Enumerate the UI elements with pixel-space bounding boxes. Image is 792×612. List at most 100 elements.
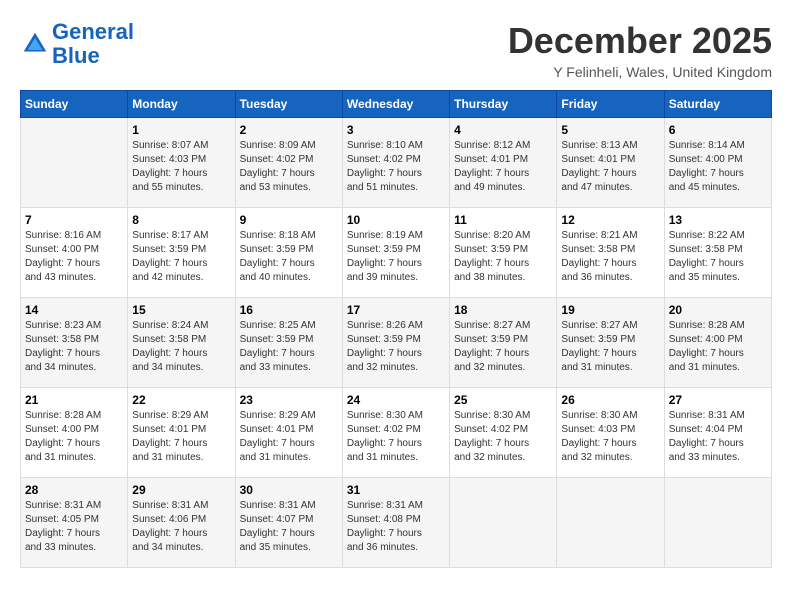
day-number: 22: [132, 393, 230, 407]
day-number: 29: [132, 483, 230, 497]
day-number: 30: [240, 483, 338, 497]
day-info: Sunrise: 8:19 AM Sunset: 3:59 PM Dayligh…: [347, 229, 445, 285]
day-info: Sunrise: 8:21 AM Sunset: 3:58 PM Dayligh…: [561, 229, 659, 285]
month-title: December 2025: [508, 20, 772, 62]
day-number: 4: [454, 123, 552, 137]
day-number: 8: [132, 213, 230, 227]
day-info: Sunrise: 8:31 AM Sunset: 4:07 PM Dayligh…: [240, 499, 338, 555]
day-info: Sunrise: 8:28 AM Sunset: 4:00 PM Dayligh…: [669, 319, 767, 375]
day-info: Sunrise: 8:27 AM Sunset: 3:59 PM Dayligh…: [561, 319, 659, 375]
day-number: 16: [240, 303, 338, 317]
logo-line1: General: [52, 19, 134, 44]
day-info: Sunrise: 8:20 AM Sunset: 3:59 PM Dayligh…: [454, 229, 552, 285]
calendar-cell: [557, 478, 664, 568]
header-monday: Monday: [128, 91, 235, 118]
day-info: Sunrise: 8:31 AM Sunset: 4:06 PM Dayligh…: [132, 499, 230, 555]
calendar-cell: 3 Sunrise: 8:10 AM Sunset: 4:02 PM Daylig…: [342, 118, 449, 208]
day-info: Sunrise: 8:16 AM Sunset: 4:00 PM Dayligh…: [25, 229, 123, 285]
day-number: 6: [669, 123, 767, 137]
day-number: 24: [347, 393, 445, 407]
calendar-cell: 25 Sunrise: 8:30 AM Sunset: 4:02 PM Dayli…: [450, 388, 557, 478]
calendar-cell: 13 Sunrise: 8:22 AM Sunset: 3:58 PM Dayli…: [664, 208, 771, 298]
calendar-cell: 6 Sunrise: 8:14 AM Sunset: 4:00 PM Daylig…: [664, 118, 771, 208]
calendar-cell: 5Sunrise: 8:13 AM Sunset: 4:01 PM Daylig…: [557, 118, 664, 208]
calendar-header-row: SundayMondayTuesdayWednesdayThursdayFrid…: [21, 91, 772, 118]
day-info: Sunrise: 8:10 AM Sunset: 4:02 PM Dayligh…: [347, 139, 445, 195]
day-info: Sunrise: 8:14 AM Sunset: 4:00 PM Dayligh…: [669, 139, 767, 195]
calendar-cell: 22 Sunrise: 8:29 AM Sunset: 4:01 PM Dayli…: [128, 388, 235, 478]
day-number: 2: [240, 123, 338, 137]
logo: General Blue: [20, 20, 134, 68]
calendar-cell: 4 Sunrise: 8:12 AM Sunset: 4:01 PM Daylig…: [450, 118, 557, 208]
day-info: Sunrise: 8:30 AM Sunset: 4:02 PM Dayligh…: [347, 409, 445, 465]
calendar-cell: 15 Sunrise: 8:24 AM Sunset: 3:58 PM Dayli…: [128, 298, 235, 388]
day-info: Sunrise: 8:13 AM Sunset: 4:01 PM Dayligh…: [561, 139, 659, 195]
header-thursday: Thursday: [450, 91, 557, 118]
header-sunday: Sunday: [21, 91, 128, 118]
logo-text: General Blue: [52, 20, 134, 68]
day-number: 17: [347, 303, 445, 317]
day-info: Sunrise: 8:28 AM Sunset: 4:00 PM Dayligh…: [25, 409, 123, 465]
day-number: 25: [454, 393, 552, 407]
day-number: 18: [454, 303, 552, 317]
calendar-week-row: 1 Sunrise: 8:07 AM Sunset: 4:03 PM Daylig…: [21, 118, 772, 208]
calendar-cell: 11Sunrise: 8:20 AM Sunset: 3:59 PM Dayli…: [450, 208, 557, 298]
day-info: Sunrise: 8:12 AM Sunset: 4:01 PM Dayligh…: [454, 139, 552, 195]
calendar-cell: 18 Sunrise: 8:27 AM Sunset: 3:59 PM Dayli…: [450, 298, 557, 388]
day-number: 13: [669, 213, 767, 227]
day-number: 15: [132, 303, 230, 317]
day-number: 19: [561, 303, 659, 317]
day-number: 12: [561, 213, 659, 227]
day-info: Sunrise: 8:27 AM Sunset: 3:59 PM Dayligh…: [454, 319, 552, 375]
day-info: Sunrise: 8:24 AM Sunset: 3:58 PM Dayligh…: [132, 319, 230, 375]
day-info: Sunrise: 8:23 AM Sunset: 3:58 PM Dayligh…: [25, 319, 123, 375]
day-number: 1: [132, 123, 230, 137]
calendar-cell: 28Sunrise: 8:31 AM Sunset: 4:05 PM Dayli…: [21, 478, 128, 568]
header-tuesday: Tuesday: [235, 91, 342, 118]
calendar-week-row: 7 Sunrise: 8:16 AM Sunset: 4:00 PM Daylig…: [21, 208, 772, 298]
day-number: 7: [25, 213, 123, 227]
calendar-table: SundayMondayTuesdayWednesdayThursdayFrid…: [20, 90, 772, 568]
header-saturday: Saturday: [664, 91, 771, 118]
calendar-cell: 10Sunrise: 8:19 AM Sunset: 3:59 PM Dayli…: [342, 208, 449, 298]
calendar-cell: 14 Sunrise: 8:23 AM Sunset: 3:58 PM Dayli…: [21, 298, 128, 388]
calendar-cell: 16Sunrise: 8:25 AM Sunset: 3:59 PM Dayli…: [235, 298, 342, 388]
calendar-week-row: 14 Sunrise: 8:23 AM Sunset: 3:58 PM Dayli…: [21, 298, 772, 388]
location-subtitle: Y Felinheli, Wales, United Kingdom: [508, 64, 772, 80]
page-header: General Blue December 2025 Y Felinheli, …: [20, 20, 772, 80]
day-info: Sunrise: 8:29 AM Sunset: 4:01 PM Dayligh…: [240, 409, 338, 465]
day-number: 14: [25, 303, 123, 317]
day-number: 3: [347, 123, 445, 137]
calendar-cell: 9 Sunrise: 8:18 AM Sunset: 3:59 PM Daylig…: [235, 208, 342, 298]
calendar-cell: 27 Sunrise: 8:31 AM Sunset: 4:04 PM Dayli…: [664, 388, 771, 478]
calendar-cell: [450, 478, 557, 568]
calendar-cell: 20 Sunrise: 8:28 AM Sunset: 4:00 PM Dayli…: [664, 298, 771, 388]
header-wednesday: Wednesday: [342, 91, 449, 118]
day-info: Sunrise: 8:30 AM Sunset: 4:03 PM Dayligh…: [561, 409, 659, 465]
day-info: Sunrise: 8:30 AM Sunset: 4:02 PM Dayligh…: [454, 409, 552, 465]
day-number: 28: [25, 483, 123, 497]
day-info: Sunrise: 8:22 AM Sunset: 3:58 PM Dayligh…: [669, 229, 767, 285]
calendar-cell: 21Sunrise: 8:28 AM Sunset: 4:00 PM Dayli…: [21, 388, 128, 478]
day-number: 26: [561, 393, 659, 407]
day-info: Sunrise: 8:31 AM Sunset: 4:04 PM Dayligh…: [669, 409, 767, 465]
day-info: Sunrise: 8:18 AM Sunset: 3:59 PM Dayligh…: [240, 229, 338, 285]
calendar-cell: 2Sunrise: 8:09 AM Sunset: 4:02 PM Daylig…: [235, 118, 342, 208]
calendar-cell: 17 Sunrise: 8:26 AM Sunset: 3:59 PM Dayli…: [342, 298, 449, 388]
calendar-cell: 29 Sunrise: 8:31 AM Sunset: 4:06 PM Dayli…: [128, 478, 235, 568]
day-number: 31: [347, 483, 445, 497]
day-info: Sunrise: 8:17 AM Sunset: 3:59 PM Dayligh…: [132, 229, 230, 285]
calendar-cell: 12 Sunrise: 8:21 AM Sunset: 3:58 PM Dayli…: [557, 208, 664, 298]
header-friday: Friday: [557, 91, 664, 118]
calendar-cell: 31Sunrise: 8:31 AM Sunset: 4:08 PM Dayli…: [342, 478, 449, 568]
day-number: 27: [669, 393, 767, 407]
day-number: 9: [240, 213, 338, 227]
day-info: Sunrise: 8:29 AM Sunset: 4:01 PM Dayligh…: [132, 409, 230, 465]
day-info: Sunrise: 8:26 AM Sunset: 3:59 PM Dayligh…: [347, 319, 445, 375]
calendar-cell: [21, 118, 128, 208]
calendar-cell: 19 Sunrise: 8:27 AM Sunset: 3:59 PM Dayli…: [557, 298, 664, 388]
day-info: Sunrise: 8:07 AM Sunset: 4:03 PM Dayligh…: [132, 139, 230, 195]
calendar-cell: 1 Sunrise: 8:07 AM Sunset: 4:03 PM Daylig…: [128, 118, 235, 208]
day-number: 20: [669, 303, 767, 317]
logo-line2: Blue: [52, 43, 100, 68]
